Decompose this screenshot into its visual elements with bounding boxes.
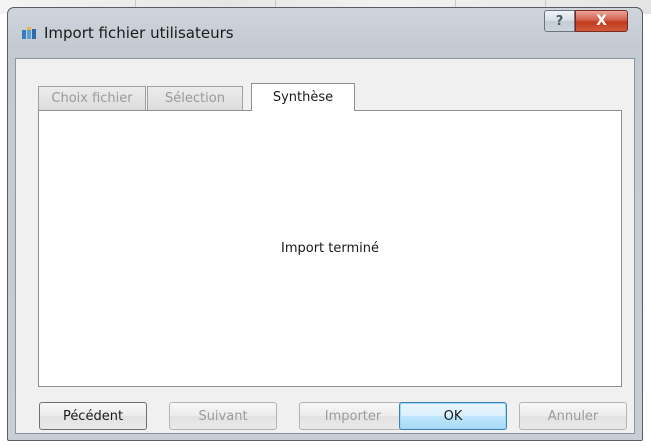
title-bar[interactable]: Import fichier utilisateurs ? X (8, 8, 642, 58)
tab-label: Sélection (165, 91, 225, 106)
previous-button-label: Pécédent (62, 408, 124, 424)
tab-synthese[interactable]: Synthèse (251, 83, 355, 111)
close-button[interactable]: X (575, 10, 628, 32)
next-button-label: Suivant (198, 408, 248, 424)
tab-selection[interactable]: Sélection (147, 86, 243, 110)
tab-choix-fichier[interactable]: Choix fichier (38, 86, 146, 110)
import-dialog: Import fichier utilisateurs ? X Choix fi… (7, 7, 643, 441)
import-status-text: Import terminé (280, 241, 379, 256)
cancel-button[interactable]: Annuler (519, 402, 627, 430)
previous-button[interactable]: Pécédent (39, 402, 147, 430)
ok-button-label: OK (443, 408, 463, 424)
import-button-label: Importer (324, 408, 382, 424)
help-button[interactable]: ? (544, 10, 575, 32)
help-icon: ? (555, 13, 564, 29)
cancel-button-label: Annuler (547, 408, 599, 424)
ok-button[interactable]: OK (399, 402, 507, 430)
import-button[interactable]: Importer (299, 402, 407, 430)
app-icon (21, 25, 39, 41)
tab-label: Synthèse (272, 90, 334, 105)
next-button[interactable]: Suivant (169, 402, 277, 430)
synthese-panel: Import terminé (38, 110, 622, 387)
close-icon: X (596, 13, 607, 29)
tab-label: Choix fichier (51, 91, 133, 106)
dialog-content: Choix fichier Sélection Synthèse Import … (15, 58, 635, 434)
window-title: Import fichier utilisateurs (44, 24, 234, 42)
